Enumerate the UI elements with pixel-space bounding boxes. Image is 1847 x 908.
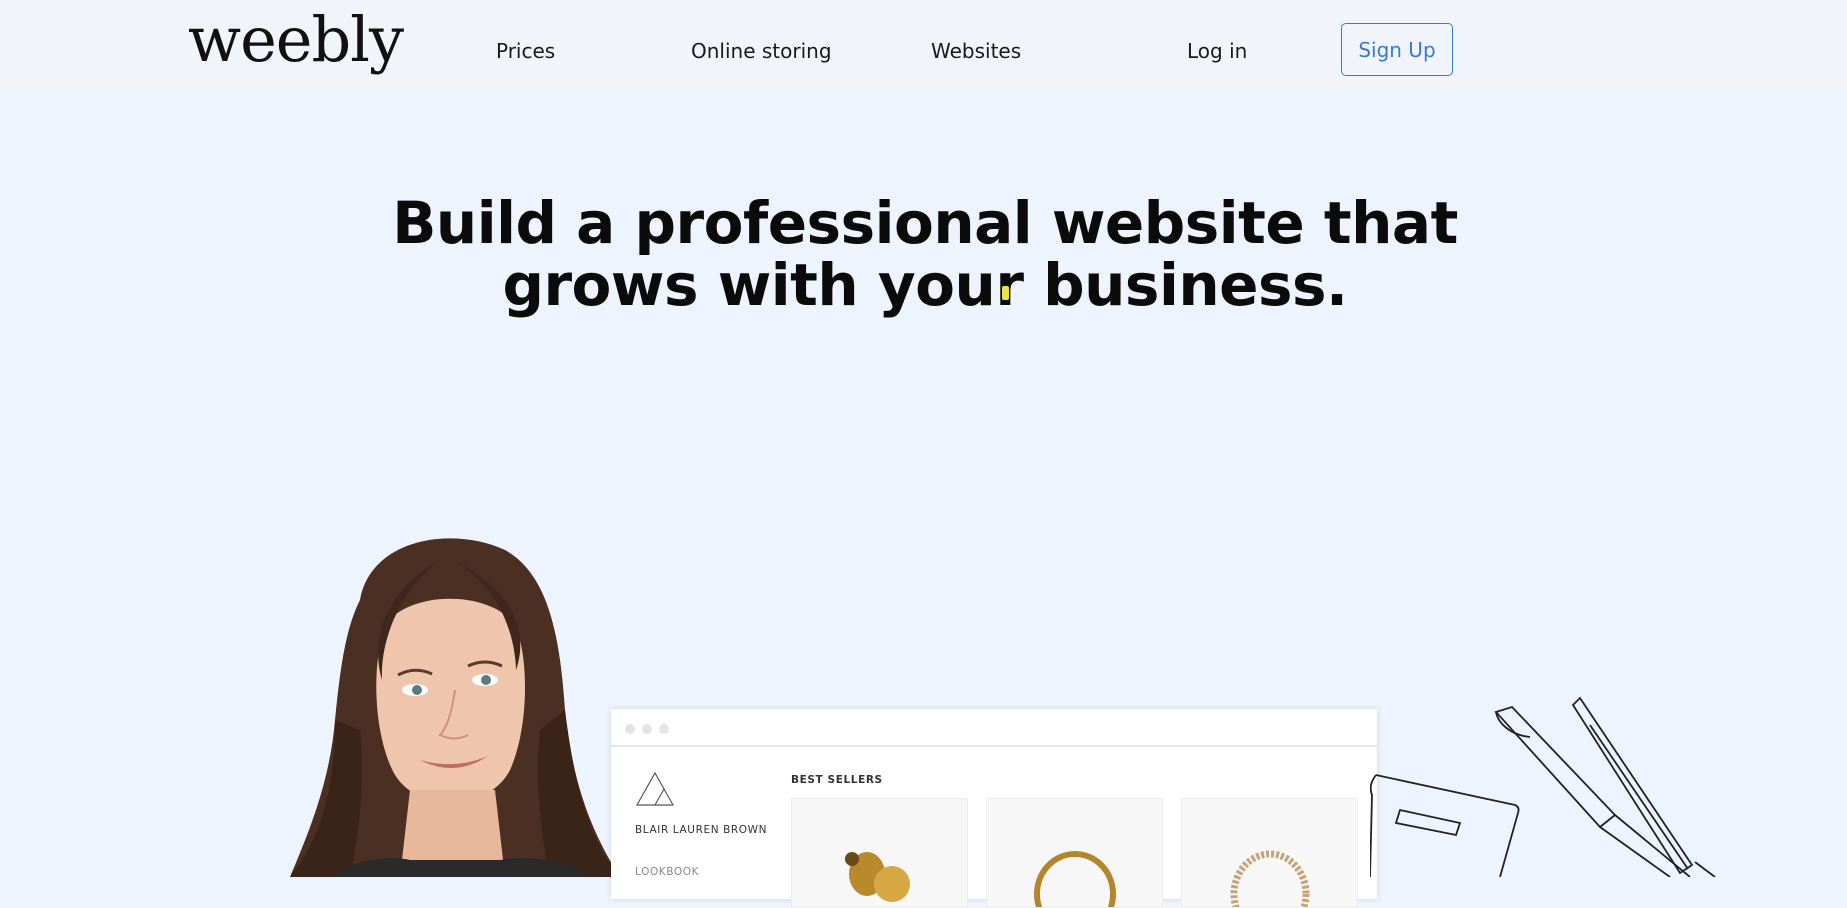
mockup-section-title: BEST SELLERS <box>791 774 883 786</box>
product-tile <box>1181 798 1358 908</box>
triangle-logo-icon <box>635 771 675 806</box>
person-photo <box>290 538 620 877</box>
login-link[interactable]: Log in <box>1187 38 1247 64</box>
mockup-brand-name: BLAIR LAUREN BROWN <box>635 824 768 836</box>
ring-product-image <box>1034 851 1116 907</box>
hero-headline-line-2: grows with your business. <box>502 251 1348 319</box>
window-dot-icon <box>625 724 635 734</box>
window-dot-icon <box>642 724 652 734</box>
nav-websites-link[interactable]: Websites <box>931 38 1021 64</box>
nav-prices-link[interactable]: Prices <box>496 38 555 64</box>
website-preview-mockup: BLAIR LAUREN BROWN LOOKBOOK BEST SELLERS <box>611 709 1377 908</box>
sign-up-button[interactable]: Sign Up <box>1341 23 1453 76</box>
text-cursor-icon <box>1002 286 1009 300</box>
mockup-menu-item: LOOKBOOK <box>635 866 700 878</box>
window-dot-icon <box>659 724 669 734</box>
textured-ring-product-image <box>1230 850 1310 907</box>
hero-headline: Build a professional website that grows … <box>340 192 1510 316</box>
hero-headline-line-1: Build a professional website that <box>392 189 1458 257</box>
product-tile <box>791 798 968 908</box>
mockup-browser-bar <box>611 709 1377 747</box>
weebly-logo[interactable]: weebly <box>188 2 404 78</box>
nav-online-storing-link[interactable]: Online storing <box>691 38 832 64</box>
top-navigation-bar: weebly Prices Online storing Websites Lo… <box>0 0 1847 90</box>
pens-and-card-illustration <box>1370 696 1716 877</box>
earring-product-image <box>845 852 910 902</box>
product-tile <box>986 798 1163 908</box>
